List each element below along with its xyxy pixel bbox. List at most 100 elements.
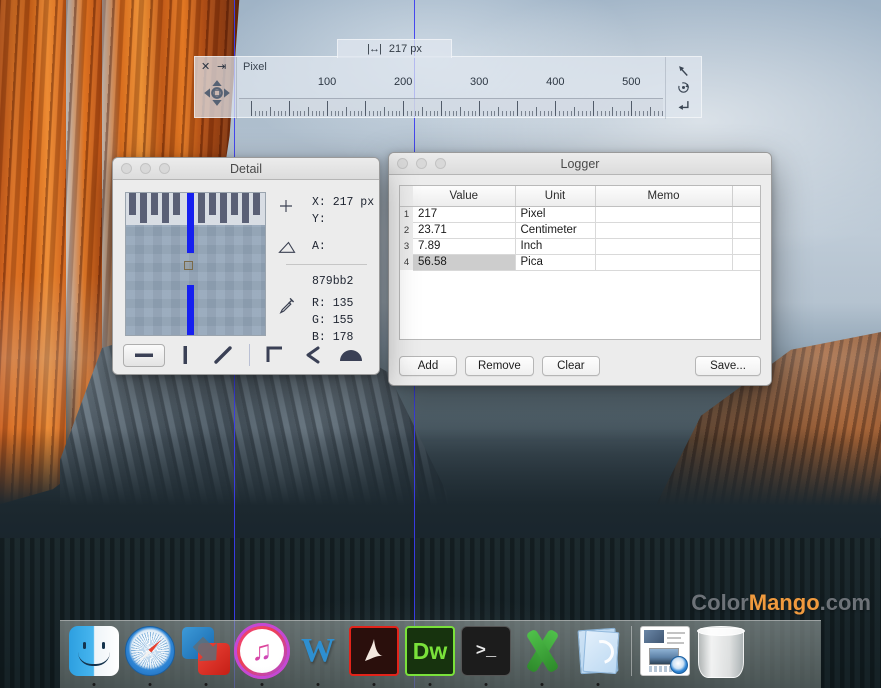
return-icon[interactable] [676,98,691,113]
dock-item-dreamweaver[interactable]: Dw [402,626,458,688]
color-group: 879bb2 R: 135 G: 155 B: 178 [278,273,371,346]
triangle-icon [278,241,296,253]
coord-x: X: 217 px [312,196,375,209]
row-number: 3 [400,238,413,254]
column-header-spare [732,186,760,207]
arc-tool[interactable] [333,344,369,366]
info-divider [286,264,367,265]
ruler-measure-value: 217 px [388,43,422,55]
dock-divider [631,626,632,676]
running-indicator [484,683,488,686]
column-header-memo[interactable]: Memo [595,186,733,207]
minimize-button[interactable] [416,158,427,169]
horizontal-line-tool[interactable] [123,343,165,367]
ruler-scale[interactable]: 100 200 300 400 500 [239,57,663,119]
detail-titlebar[interactable]: Detail [113,158,379,180]
dock-item-itunes[interactable]: ♫ [234,626,290,688]
column-header-value[interactable]: Value [413,186,516,207]
magnifier-guide-upper [187,193,194,253]
ruler-tick-label-200: 200 [393,76,413,88]
dock-item-terminal[interactable]: >_ [458,626,514,688]
save-button[interactable]: Save... [695,356,761,376]
color-hex: 879bb2 [312,275,354,288]
dock-item-excel[interactable] [514,626,570,688]
remove-button[interactable]: Remove [465,356,534,376]
angle-a: A: [312,240,326,253]
row-number-header [400,186,413,207]
add-button[interactable]: Add [399,356,457,376]
cell-value[interactable]: 217 [413,206,516,223]
dock-item-snapshot[interactable] [637,626,693,688]
angle-group: A: [278,238,371,255]
dock-item-finder[interactable] [66,626,122,688]
cell-unit[interactable]: Pica [515,254,596,271]
zoom-button[interactable] [435,158,446,169]
angle-tool[interactable] [295,344,331,366]
running-indicator [204,683,208,686]
cell-value[interactable]: 7.89 [413,238,516,255]
table-row[interactable]: 2 23.71 Centimeter [400,222,760,239]
dock-item-word[interactable]: W [290,626,346,688]
itunes-icon: ♫ [237,626,287,676]
diagonal-line-tool[interactable] [205,344,241,366]
cell-memo[interactable] [595,206,733,223]
logger-table-container[interactable]: Value Unit Memo 1 217 Pixel 2 23.71 Centimete… [399,185,761,340]
word-icon: W [301,632,335,669]
cell-value[interactable]: 23.71 [413,222,516,239]
dock-item-preview[interactable] [570,626,626,688]
watermark-part-mango: Mango [748,590,820,615]
minimize-button[interactable] [140,163,151,174]
logger-titlebar[interactable]: Logger [389,153,771,175]
dock-item-safari[interactable] [122,626,178,688]
table-row[interactable]: 1 217 Pixel [400,206,760,223]
rotate-ccw-icon[interactable] [676,63,691,78]
cell-spare [732,222,760,239]
detail-window[interactable]: Detail X: 217 px Y: A: 879bb2 R: 135 G: … [112,157,380,375]
ruler-tick-label-500: 500 [622,76,641,88]
table-header-row: Value Unit Memo [400,186,760,207]
logger-table: Value Unit Memo 1 217 Pixel 2 23.71 Centimete… [400,186,760,271]
ruler-right-controls [665,57,701,119]
ruler-window[interactable]: |↔| 217 px ✕ ⇥ Pixel 100 200 300 400 500 [194,39,702,119]
logger-body: Value Unit Memo 1 217 Pixel 2 23.71 Centimete… [389,175,771,385]
close-icon[interactable]: ✕ [201,62,210,73]
clear-button[interactable]: Clear [541,356,600,376]
cell-unit[interactable]: Centimeter [515,222,596,239]
cell-unit[interactable]: Inch [515,238,596,255]
cell-memo[interactable] [595,254,733,271]
table-row[interactable]: 4 56.58 Pica [400,254,760,271]
watermark: ColorMango.com [691,590,871,616]
cell-spare [732,238,760,255]
magnifier-guide-lower [187,285,194,335]
pin-icon[interactable]: ⇥ [217,62,226,73]
dock-item-parallels[interactable] [178,626,234,688]
column-header-unit[interactable]: Unit [515,186,596,207]
cell-memo[interactable] [595,222,733,239]
dock-item-acrobat[interactable] [346,626,402,688]
pixel-magnifier[interactable] [125,192,266,336]
row-number: 4 [400,254,413,270]
color-g: G: 155 [312,314,354,327]
coordinate-group: X: 217 px Y: [278,194,375,228]
rotate-origin-icon[interactable] [676,80,691,95]
vertical-line-tool[interactable] [167,344,203,366]
close-button[interactable] [121,163,132,174]
ruler-tick-marks [239,98,663,116]
snapshot-icon [640,626,690,676]
detail-body: X: 217 px Y: A: 879bb2 R: 135 G: 155 B: … [113,180,379,374]
cell-value[interactable]: 56.58 [413,254,516,271]
zoom-button[interactable] [159,163,170,174]
running-indicator [260,683,264,686]
logger-window[interactable]: Logger Value Unit Memo 1 217 Pixel 2 23.71 Ce… [388,152,772,386]
move-4way-icon[interactable] [203,79,231,107]
parallels-icon [181,626,231,676]
table-row[interactable]: 3 7.89 Inch [400,238,760,255]
cell-memo[interactable] [595,238,733,255]
corner-tool[interactable] [258,344,294,366]
eyedropper-icon [279,297,295,314]
row-number: 2 [400,222,413,238]
cell-unit[interactable]: Pixel [515,206,596,223]
close-button[interactable] [397,158,408,169]
logger-button-bar: Add Remove Clear Save... [399,356,761,376]
dock-item-trash[interactable] [693,626,749,688]
